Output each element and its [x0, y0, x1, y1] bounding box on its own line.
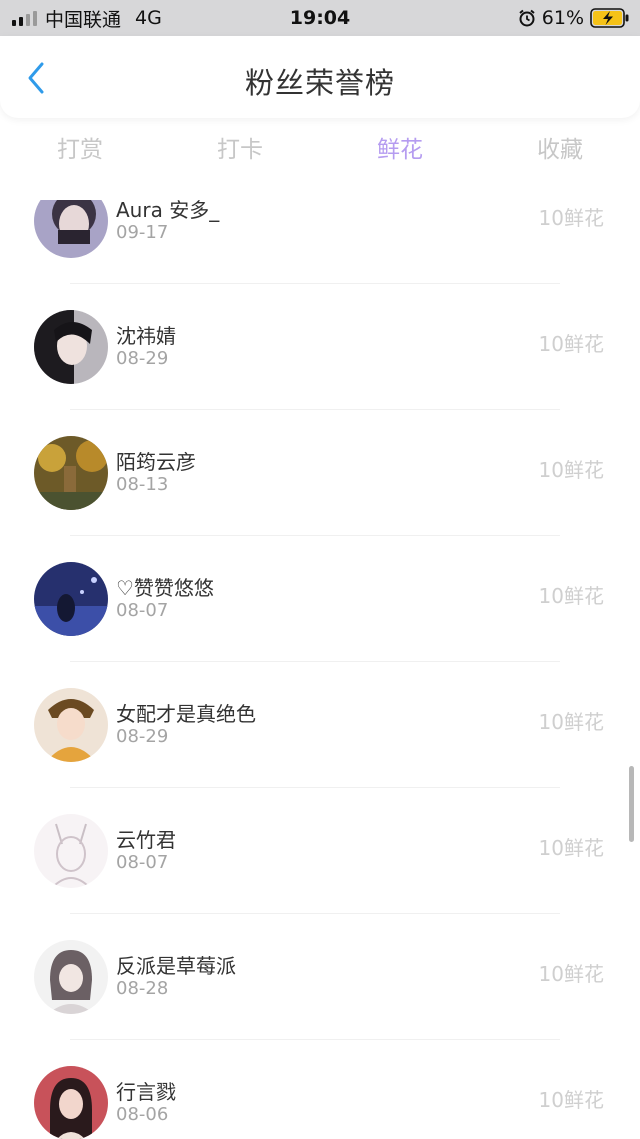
tab-bar: 打赏 打卡 鲜花 收藏 — [0, 124, 640, 180]
user-date: 08-07 — [116, 852, 169, 873]
list-item[interactable]: 云竹君 08-07 10鲜花 — [0, 788, 640, 914]
app-screen: 中国联通 4G 19:04 61% 粉丝荣誉榜 打赏 打卡 鲜花 收藏 Aura… — [0, 0, 640, 1139]
page-title: 粉丝荣誉榜 — [244, 66, 395, 100]
avatar[interactable] — [34, 1066, 108, 1139]
tab-flowers[interactable]: 鲜花 — [320, 124, 480, 180]
user-name: 沈祎婧 — [116, 324, 176, 348]
avatar[interactable] — [34, 814, 108, 888]
tab-favorites[interactable]: 收藏 — [480, 124, 640, 180]
status-bar: 中国联通 4G 19:04 61% — [0, 0, 640, 36]
flower-count: 10鲜花 — [538, 458, 604, 482]
list-item[interactable]: 陌筠云彦 08-13 10鲜花 — [0, 410, 640, 536]
flower-count: 10鲜花 — [538, 332, 604, 356]
network-type: 4G — [135, 7, 162, 29]
tab-checkin[interactable]: 打卡 — [160, 124, 320, 180]
user-name: 女配才是真绝色 — [116, 702, 256, 726]
avatar[interactable] — [34, 436, 108, 510]
avatar[interactable] — [34, 688, 108, 762]
user-date: 08-29 — [116, 348, 169, 369]
tab-reward[interactable]: 打赏 — [0, 124, 160, 180]
user-date: 09-17 — [116, 222, 169, 243]
scrollbar[interactable] — [629, 766, 634, 842]
flower-count: 10鲜花 — [538, 962, 604, 986]
user-name: 行言戮 — [116, 1080, 176, 1104]
user-name: 云竹君 — [116, 828, 176, 852]
flower-count: 10鲜花 — [538, 836, 604, 860]
avatar[interactable] — [34, 200, 108, 258]
fan-ranking-list[interactable]: Aura 安多_ 09-17 10鲜花 沈祎婧 08-29 10鲜花 陌筠云彦 … — [0, 200, 640, 1139]
signal-strength-icon — [12, 10, 37, 26]
list-item[interactable]: 女配才是真绝色 08-29 10鲜花 — [0, 662, 640, 788]
flower-count: 10鲜花 — [538, 584, 604, 608]
avatar[interactable] — [34, 562, 108, 636]
flower-count: 10鲜花 — [538, 1088, 604, 1112]
list-item[interactable]: 反派是草莓派 08-28 10鲜花 — [0, 914, 640, 1040]
list-item[interactable]: Aura 安多_ 09-17 10鲜花 — [0, 200, 640, 284]
navigation-header: 粉丝荣誉榜 — [0, 36, 640, 118]
flower-count: 10鲜花 — [538, 206, 604, 230]
user-date: 08-29 — [116, 726, 169, 747]
flower-count: 10鲜花 — [538, 710, 604, 734]
list-item[interactable]: 行言戮 08-06 10鲜花 — [0, 1040, 640, 1139]
user-date: 08-13 — [116, 474, 169, 495]
status-right-group: 61% — [518, 0, 630, 36]
user-name: Aura 安多_ — [116, 200, 220, 222]
battery-percent: 61% — [541, 7, 584, 29]
user-name: ♡赞赞悠悠 — [116, 576, 214, 600]
user-name: 反派是草莓派 — [116, 954, 236, 978]
user-name: 陌筠云彦 — [116, 450, 196, 474]
avatar[interactable] — [34, 310, 108, 384]
alarm-clock-icon — [519, 9, 535, 27]
battery-charging-icon — [590, 8, 629, 28]
list-item[interactable]: ♡赞赞悠悠 08-07 10鲜花 — [0, 536, 640, 662]
user-date: 08-28 — [116, 978, 169, 999]
carrier-name: 中国联通 — [45, 8, 122, 31]
list-item[interactable]: 沈祎婧 08-29 10鲜花 — [0, 284, 640, 410]
user-date: 08-06 — [116, 1104, 169, 1125]
avatar[interactable] — [34, 940, 108, 1014]
user-date: 08-07 — [116, 600, 169, 621]
